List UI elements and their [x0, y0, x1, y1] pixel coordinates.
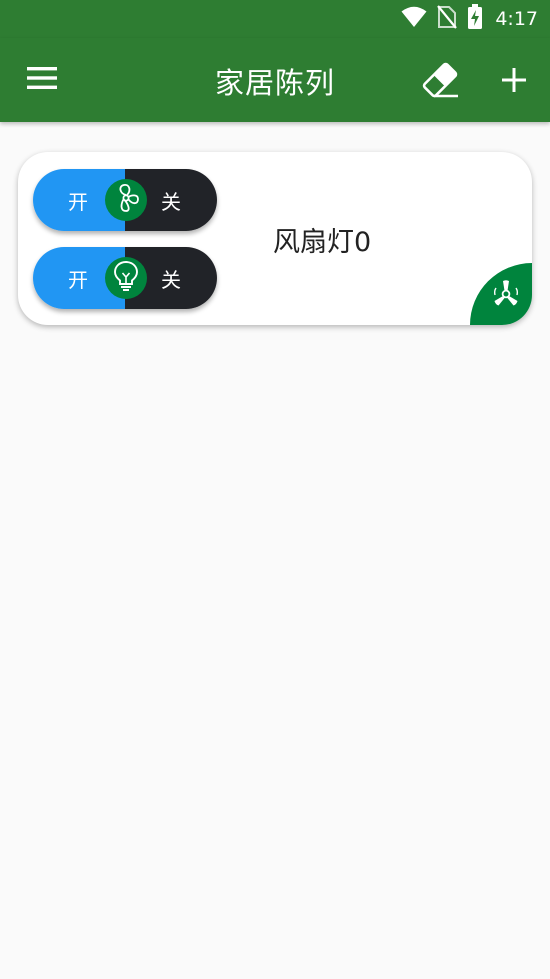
eraser-icon: [420, 61, 460, 103]
light-on-label: 开: [68, 267, 88, 292]
lightbulb-icon: [111, 260, 141, 296]
device-card[interactable]: 开 关 开 关 风扇灯0: [18, 152, 532, 325]
light-off-label: 关: [161, 267, 181, 292]
app-bar: 家居陈列: [0, 38, 550, 122]
device-name: 风扇灯0: [273, 227, 372, 258]
plus-icon: [501, 67, 527, 97]
battery-charging-icon: [467, 4, 483, 34]
page-title: 家居陈列: [214, 66, 335, 100]
wifi-icon: [401, 6, 427, 32]
fan-icon: [110, 182, 142, 218]
fan-toggle-knob[interactable]: [105, 179, 147, 221]
status-icons: 4:17: [401, 4, 538, 34]
eraser-button[interactable]: [416, 58, 464, 106]
fan-off-label: 关: [161, 189, 181, 214]
status-bar: 4:17: [0, 0, 550, 38]
status-time: 4:17: [495, 8, 538, 30]
fan-on-label: 开: [68, 189, 88, 214]
add-button[interactable]: [490, 58, 538, 106]
light-toggle[interactable]: 开 关: [33, 247, 217, 309]
fan-toggle[interactable]: 开 关: [33, 169, 217, 231]
light-toggle-knob[interactable]: [105, 257, 147, 299]
no-sim-icon: [437, 5, 458, 33]
device-type-badge: [470, 263, 532, 325]
fan-device-icon: [490, 279, 522, 313]
